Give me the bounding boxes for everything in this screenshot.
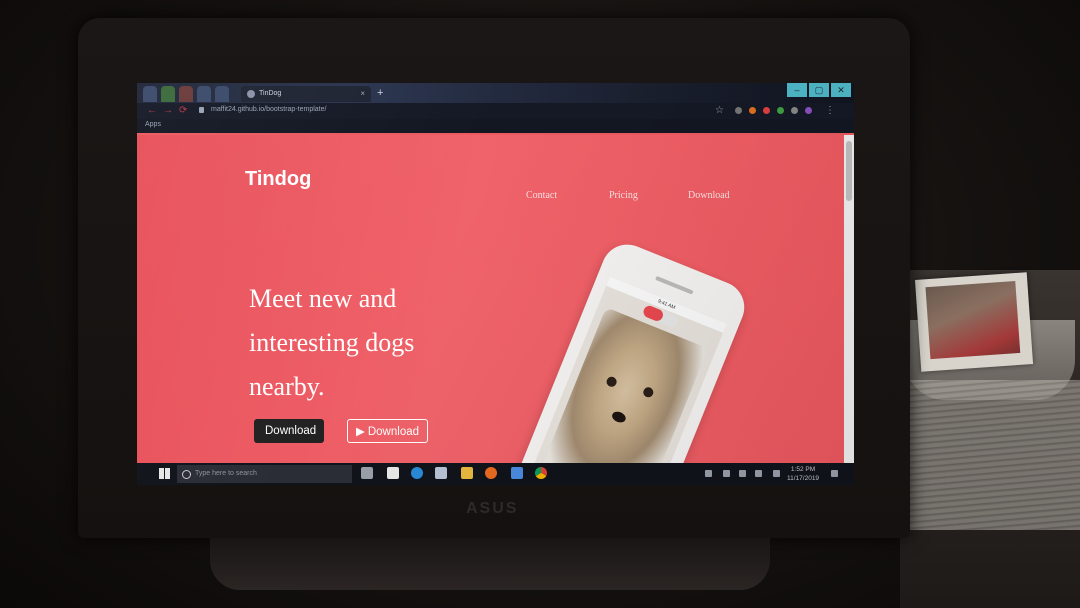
back-icon[interactable]: ← xyxy=(147,105,157,116)
hero-headline: Meet new and interesting dogs nearby. xyxy=(249,277,469,409)
phone-screen: 9:41 AM xyxy=(531,276,727,463)
play-icon: ▶ xyxy=(356,426,365,438)
google-play-download-button[interactable]: ▶ Download xyxy=(347,419,429,443)
address-bar-row: ← → ⟳ maffit24.github.io/bootstrap-templ… xyxy=(137,103,854,119)
site-brand[interactable]: Tindog xyxy=(245,168,311,191)
app-icon[interactable] xyxy=(511,467,523,479)
clock-date: 11/17/2019 xyxy=(787,475,820,482)
firefox-icon[interactable] xyxy=(485,467,497,479)
keyboard-icon[interactable] xyxy=(773,470,780,477)
tab-title: TinDog xyxy=(259,90,282,97)
dog-eye xyxy=(641,385,655,399)
phone-mockup: 9:41 AM xyxy=(511,236,753,463)
nav-download[interactable]: Download xyxy=(688,190,730,201)
nav-pricing[interactable]: Pricing xyxy=(609,190,638,201)
lock-icon xyxy=(199,107,204,113)
pinned-tab[interactable] xyxy=(161,86,175,102)
taskbar-search-box[interactable]: Type here to search xyxy=(177,465,352,483)
edge-icon[interactable] xyxy=(411,467,423,479)
extension-icon[interactable] xyxy=(777,107,784,114)
globe-icon xyxy=(247,90,255,98)
minimize-button[interactable]: – xyxy=(787,83,807,97)
laptop-base xyxy=(210,538,770,590)
tab-tindog[interactable]: TinDog × xyxy=(241,86,371,102)
headline-line: nearby. xyxy=(249,372,325,401)
close-tab-icon[interactable]: × xyxy=(360,86,365,102)
pinned-tab[interactable] xyxy=(143,86,157,102)
wifi-icon[interactable] xyxy=(755,470,762,477)
extension-icon[interactable] xyxy=(749,107,756,114)
profile-avatar[interactable] xyxy=(805,107,812,114)
nav-contact[interactable]: Contact xyxy=(526,190,557,201)
framed-photo xyxy=(925,281,1021,360)
battery-icon[interactable] xyxy=(739,470,746,477)
url-field[interactable]: maffit24.github.io/bootstrap-template/ xyxy=(211,106,326,113)
task-view-icon[interactable] xyxy=(361,467,373,479)
dog-nose xyxy=(610,409,628,425)
page-scrollbar[interactable] xyxy=(844,135,854,463)
apps-bookmark[interactable]: Apps xyxy=(145,121,161,128)
phone-speaker xyxy=(655,275,694,295)
store-icon[interactable] xyxy=(387,467,399,479)
extension-icon[interactable] xyxy=(791,107,798,114)
reload-icon[interactable]: ⟳ xyxy=(179,105,187,116)
pinned-tab[interactable] xyxy=(215,86,229,102)
search-icon xyxy=(182,470,191,479)
notifications-icon[interactable] xyxy=(831,470,838,477)
webpage-hero: Tindog Contact Pricing Download Meet new… xyxy=(137,135,844,463)
dog-eye xyxy=(605,375,619,389)
maximize-button[interactable]: ▢ xyxy=(809,83,829,97)
windows-taskbar: Type here to search 1:52 PM 11/17/2019 xyxy=(137,463,854,485)
bookmarks-bar: Apps xyxy=(137,119,854,133)
file-explorer-icon[interactable] xyxy=(461,467,473,479)
new-tab-button[interactable]: + xyxy=(377,87,383,99)
laptop-screen: TinDog × + – ▢ ✕ ← → ⟳ maffit24.github.i… xyxy=(137,83,854,485)
taskbar-clock[interactable]: 1:52 PM 11/17/2019 xyxy=(787,465,819,483)
browser-tab-strip: TinDog × + – ▢ ✕ xyxy=(137,83,854,103)
extension-icon[interactable] xyxy=(735,107,742,114)
scrollbar-thumb[interactable] xyxy=(846,141,852,201)
pinned-tab[interactable] xyxy=(197,86,211,102)
paper-stack xyxy=(905,380,1080,530)
headline-line: Meet new and xyxy=(249,284,397,313)
menu-icon[interactable]: ⋮ xyxy=(825,105,835,116)
chrome-icon[interactable] xyxy=(535,467,547,479)
extension-icon[interactable] xyxy=(763,107,770,114)
pinned-tab[interactable] xyxy=(179,86,193,102)
search-placeholder: Type here to search xyxy=(195,470,257,477)
network-drive-icon[interactable] xyxy=(435,467,447,479)
dog-photo xyxy=(540,307,709,463)
bookmark-star-icon[interactable]: ☆ xyxy=(715,105,724,116)
button-label: Download xyxy=(367,426,420,438)
laptop-logo: ASUS xyxy=(466,500,519,517)
close-window-button[interactable]: ✕ xyxy=(831,83,851,97)
clock-time: 1:52 PM xyxy=(790,466,816,473)
button-label: Download xyxy=(265,425,317,437)
headline-line: interesting dogs xyxy=(249,328,415,357)
photo-frame xyxy=(914,272,1034,372)
forward-icon[interactable]: → xyxy=(163,105,173,116)
show-hidden-icons[interactable] xyxy=(723,470,730,477)
apple-download-button[interactable]: Download xyxy=(254,419,325,443)
people-icon[interactable] xyxy=(705,470,712,477)
windows-start-icon[interactable] xyxy=(159,468,170,479)
